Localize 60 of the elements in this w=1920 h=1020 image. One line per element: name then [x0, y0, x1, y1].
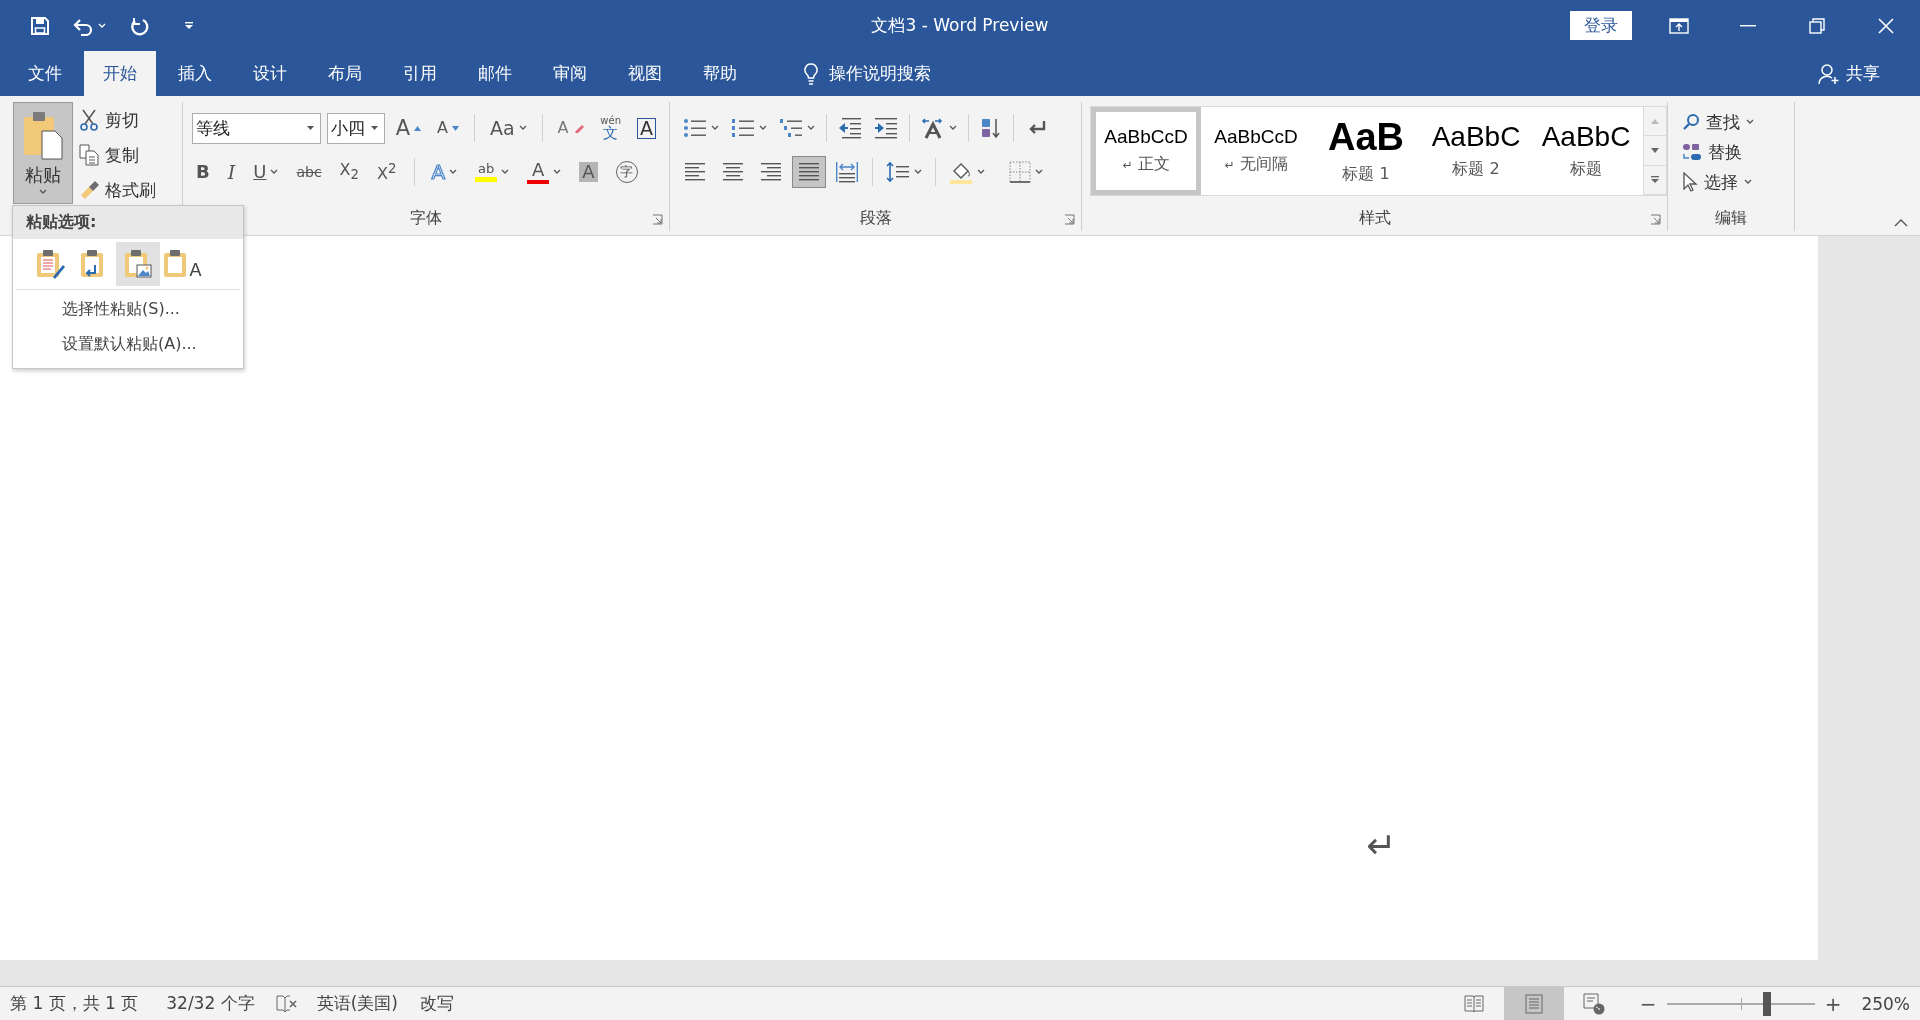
ribbon-tab[interactable]: 布局: [309, 51, 381, 96]
enclose-characters-button[interactable]: 字: [610, 156, 643, 188]
ribbon-tab[interactable]: 设计: [234, 51, 306, 96]
menu-item[interactable]: 设置默认粘贴(A)...: [13, 327, 197, 362]
highlight-button[interactable]: ab: [470, 156, 515, 188]
zoom-level[interactable]: 250%: [1861, 993, 1910, 1014]
grow-font-button[interactable]: A: [390, 112, 427, 144]
font-name-field[interactable]: 等线: [192, 112, 321, 144]
style-option[interactable]: AaBbCcD ↵ 无间隔: [1201, 107, 1311, 195]
shrink-font-button[interactable]: A: [432, 112, 465, 144]
change-case-button[interactable]: Aa: [484, 112, 532, 144]
replace-button[interactable]: 替换: [1680, 138, 1794, 166]
ribbon-tab[interactable]: 开始: [84, 51, 156, 96]
group-label: 段落: [859, 207, 892, 229]
bold-button[interactable]: B: [191, 156, 215, 188]
menu-item[interactable]: 选择性粘贴(S)...: [13, 292, 180, 327]
font-color-button[interactable]: A: [522, 156, 567, 188]
search-field[interactable]: 操作说明搜索: [829, 62, 931, 85]
group-label: 编辑: [1715, 207, 1747, 229]
paste-option[interactable]: A: [160, 242, 204, 286]
copy-button[interactable]: 复制: [77, 139, 158, 171]
style-option[interactable]: AaBbC 标题 2: [1421, 107, 1531, 195]
clear-formatting-button[interactable]: A: [552, 112, 590, 144]
paragraph-mark: ↵: [1366, 828, 1397, 864]
menu-header: 粘贴选项:: [13, 206, 243, 239]
select-button[interactable]: 选择: [1680, 168, 1794, 196]
format-painter-button[interactable]: 格式刷: [77, 174, 158, 206]
sign-in-button[interactable]: 登录: [1570, 11, 1632, 40]
cut-button[interactable]: 剪切: [77, 104, 158, 136]
language[interactable]: 英语(美国): [316, 992, 398, 1015]
italic-button[interactable]: I: [222, 156, 241, 188]
group-label: 样式: [1358, 207, 1391, 229]
share-button[interactable]: 共享: [1812, 51, 1886, 96]
script-button[interactable]: X$_{2}$: [334, 156, 365, 188]
window-title: 文档3 - Word Preview: [871, 14, 1049, 37]
character-shading-button[interactable]: A: [574, 156, 603, 188]
underline-button[interactable]: U: [248, 156, 284, 188]
font-size-field[interactable]: 小四: [326, 112, 385, 144]
ribbon-tab[interactable]: 邮件: [459, 51, 531, 96]
paste-button[interactable]: 粘贴: [13, 102, 73, 204]
group-label: 字体: [410, 207, 442, 229]
zoom-in-button[interactable]: +: [1818, 991, 1848, 1016]
strikethrough-button[interactable]: abc: [291, 156, 327, 188]
ribbon-tab[interactable]: 审阅: [534, 51, 606, 96]
page-count: 第 1 页，共 1 页: [10, 992, 139, 1015]
ribbon-tab[interactable]: 视图: [609, 51, 681, 96]
overtype-mode[interactable]: 改写: [419, 992, 454, 1015]
ribbon-tab[interactable]: 插入: [159, 51, 231, 96]
phonetic-guide-button[interactable]: wén 文: [595, 112, 626, 144]
ribbon-tab[interactable]: 文件: [9, 51, 81, 96]
style-option[interactable]: AaBbCcD ↵ 正文: [1091, 107, 1201, 195]
zoom-out-button[interactable]: −: [1633, 991, 1663, 1016]
ribbon-tab[interactable]: 帮助: [684, 51, 756, 96]
style-option[interactable]: AaB 标题 1: [1311, 107, 1421, 195]
word-count: 32/32 个字: [166, 992, 255, 1015]
style-option[interactable]: AaBbC 标题: [1531, 107, 1641, 195]
find-button[interactable]: 查找: [1680, 108, 1794, 136]
script-button[interactable]: X$^{2}$: [372, 156, 402, 188]
character-border-button[interactable]: A: [632, 112, 661, 144]
ribbon-tab[interactable]: 引用: [384, 51, 456, 96]
